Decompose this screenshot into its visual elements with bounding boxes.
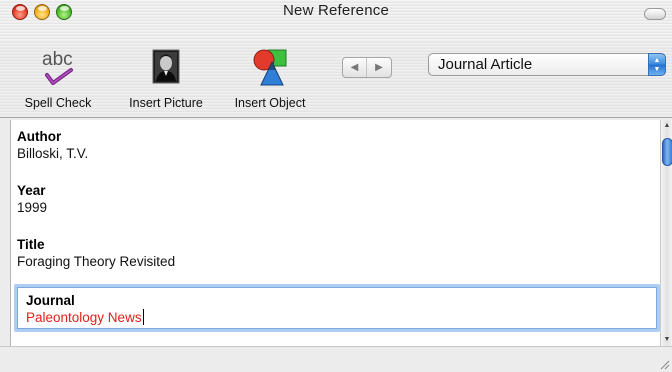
- new-reference-window: New Reference abc Spell Check Insert Pic…: [0, 0, 672, 372]
- year-label: Year: [17, 183, 46, 198]
- window-title: New Reference: [283, 2, 389, 19]
- year-field[interactable]: Year 1999: [17, 182, 657, 216]
- title-field[interactable]: Title Foraging Theory Revisited: [17, 236, 657, 270]
- insert-object-button[interactable]: Insert Object: [222, 48, 318, 116]
- next-reference-button[interactable]: ▶: [367, 58, 391, 77]
- scroll-thumb[interactable]: [662, 138, 672, 166]
- author-label: Author: [17, 129, 62, 144]
- toolbar: abc Spell Check Insert Picture Insert Ob…: [0, 40, 672, 118]
- shapes-icon: [250, 48, 290, 88]
- scroll-up-arrow-icon[interactable]: ▲: [661, 120, 672, 132]
- spell-check-button[interactable]: abc Spell Check: [10, 48, 106, 116]
- journal-value[interactable]: Paleontology News: [26, 309, 142, 326]
- title-value[interactable]: Foraging Theory Revisited: [17, 253, 657, 270]
- journal-field[interactable]: Journal Paleontology News: [14, 284, 660, 332]
- title-bar[interactable]: New Reference: [0, 0, 672, 40]
- reference-nav-arrows: ◀ ▶: [342, 57, 392, 78]
- title-label: Title: [17, 237, 45, 252]
- resize-grip-icon[interactable]: [658, 358, 670, 370]
- portrait-icon: [146, 48, 186, 88]
- insert-picture-label: Insert Picture: [129, 96, 203, 110]
- spell-check-icon: abc: [38, 48, 78, 88]
- journal-label: Journal: [26, 293, 75, 308]
- window-bottom-bar: [0, 346, 672, 372]
- insert-object-label: Insert Object: [234, 96, 306, 110]
- author-value[interactable]: Billoski, T.V.: [17, 145, 657, 162]
- reference-fields-panel: Author Billoski, T.V. Year 1999 Title Fo…: [10, 120, 660, 346]
- insert-picture-button[interactable]: Insert Picture: [114, 48, 218, 116]
- author-field[interactable]: Author Billoski, T.V.: [17, 128, 657, 162]
- year-value[interactable]: 1999: [17, 199, 657, 216]
- previous-reference-button[interactable]: ◀: [343, 58, 367, 77]
- select-arrows-icon: ▲ ▼: [648, 53, 666, 76]
- text-caret: [142, 309, 144, 325]
- spell-check-label: Spell Check: [24, 96, 92, 110]
- vertical-scrollbar[interactable]: ▲ ▼: [660, 120, 672, 346]
- scroll-down-arrow-icon[interactable]: ▼: [661, 334, 672, 346]
- reference-type-value: Journal Article: [438, 56, 533, 73]
- reference-type-select[interactable]: Journal Article ▲ ▼: [428, 53, 666, 76]
- toolbar-toggle-button[interactable]: [644, 8, 666, 20]
